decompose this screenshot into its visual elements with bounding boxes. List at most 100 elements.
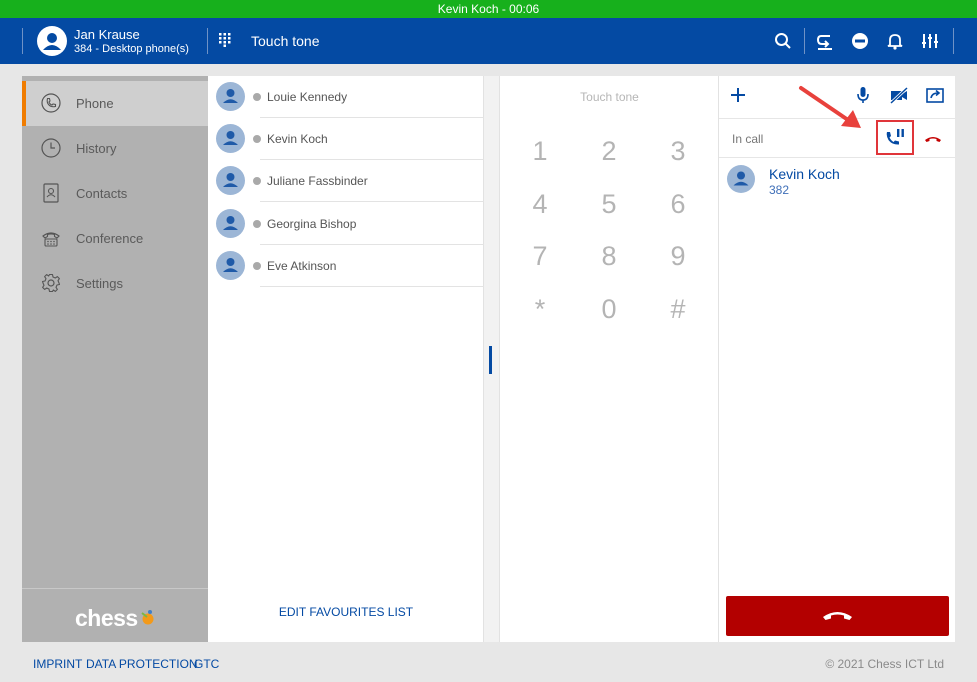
presence-indicator <box>253 177 261 185</box>
dial-key-0[interactable]: 0 <box>589 289 629 329</box>
list-item[interactable]: Eve Atkinson <box>208 245 484 287</box>
sidebar-item-phone[interactable]: Phone <box>22 81 208 126</box>
caller-name: Kevin Koch <box>769 166 840 182</box>
top-header: Jan Krause 384 - Desktop phone(s) Touch … <box>0 18 977 64</box>
user-avatar[interactable] <box>37 26 67 56</box>
dial-key-6[interactable]: 6 <box>658 184 698 224</box>
user-icon <box>223 131 238 145</box>
presence-indicator <box>253 93 261 101</box>
dial-key-5[interactable]: 5 <box>589 184 629 224</box>
contact-name: Juliane Fassbinder <box>267 174 368 188</box>
favourites-list: Louie Kennedy Kevin Koch Juliane Fassbin… <box>208 76 484 642</box>
contact-card-icon <box>43 183 59 203</box>
do-not-disturb-icon[interactable] <box>850 31 870 51</box>
dial-key-8[interactable]: 8 <box>589 236 629 276</box>
contact-name: Eve Atkinson <box>267 259 337 273</box>
sidebar-item-contacts[interactable]: Contacts <box>22 171 208 216</box>
sidebar-item-label: Conference <box>76 231 144 246</box>
user-icon <box>223 216 238 230</box>
header-separator <box>22 28 23 54</box>
data-protection-link[interactable]: DATA PROTECTION <box>86 657 198 671</box>
header-separator <box>207 28 208 54</box>
sidebar-item-label: Contacts <box>76 186 128 201</box>
phone-icon <box>41 93 61 113</box>
sidebar: Phone History Contacts Conference Settin… <box>22 76 208 642</box>
list-item[interactable]: Juliane Fassbinder <box>208 160 484 202</box>
dial-key-star[interactable]: * <box>520 289 560 329</box>
contact-name: Georgina Bishop <box>267 217 357 231</box>
logo-area: chess <box>22 588 208 642</box>
hold-button-highlight[interactable] <box>876 120 914 155</box>
end-call-icon[interactable] <box>923 129 943 149</box>
avatar <box>216 124 245 153</box>
presence-indicator <box>253 135 261 143</box>
user-icon <box>223 89 238 103</box>
header-separator <box>953 28 954 54</box>
end-call-icon <box>823 612 852 620</box>
bell-icon[interactable] <box>885 31 905 51</box>
search-icon[interactable] <box>773 31 793 51</box>
page-title: Touch tone <box>251 33 320 49</box>
sliders-icon[interactable] <box>920 31 940 51</box>
avatar <box>727 165 755 193</box>
active-call-banner[interactable]: Kevin Koch - 00:06 <box>0 0 977 18</box>
call-status: In call <box>732 132 764 146</box>
gear-icon <box>41 273 61 293</box>
dial-key-4[interactable]: 4 <box>520 184 560 224</box>
gtc-link[interactable]: GTC <box>194 657 219 671</box>
avatar <box>216 251 245 280</box>
contact-name: Kevin Koch <box>267 132 328 146</box>
presence-indicator <box>253 220 261 228</box>
divider <box>260 201 484 202</box>
copyright-text: © 2021 Chess ICT Ltd <box>825 657 944 671</box>
sidebar-item-label: History <box>76 141 117 156</box>
hold-call-icon <box>886 129 904 145</box>
pane-divider <box>484 76 500 642</box>
avatar <box>216 82 245 111</box>
dial-key-9[interactable]: 9 <box>658 236 698 276</box>
transfer-icon[interactable] <box>925 85 945 105</box>
user-icon <box>733 171 749 186</box>
user-name[interactable]: Jan Krause <box>74 27 140 42</box>
clock-icon <box>41 138 61 158</box>
dialpad-title: Touch tone <box>580 90 639 104</box>
contact-name: Louie Kennedy <box>267 90 348 104</box>
app-main: Phone History Contacts Conference Settin… <box>22 76 955 642</box>
edit-favourites-link[interactable]: EDIT FAVOURITES LIST <box>208 605 484 619</box>
user-icon <box>223 173 238 187</box>
hang-up-button[interactable] <box>726 596 949 636</box>
list-item[interactable]: Louie Kennedy <box>208 76 484 118</box>
dial-key-1[interactable]: 1 <box>520 131 560 171</box>
dialpad: Touch tone 1 2 3 4 5 6 7 8 9 * 0 # <box>500 76 719 642</box>
conference-phone-icon <box>42 232 60 247</box>
user-device[interactable]: 384 - Desktop phone(s) <box>74 43 189 55</box>
sidebar-item-history[interactable]: History <box>22 126 208 171</box>
user-icon <box>43 33 61 50</box>
chess-logo: chess <box>75 605 138 631</box>
video-off-icon[interactable] <box>889 85 909 105</box>
user-icon <box>223 258 238 272</box>
chess-logo-mark-icon <box>141 610 154 625</box>
keypad-icon <box>219 33 231 47</box>
presence-indicator <box>253 262 261 270</box>
divider <box>260 286 484 287</box>
imprint-link[interactable]: IMPRINT <box>33 657 82 671</box>
dial-key-2[interactable]: 2 <box>589 131 629 171</box>
annotation-arrow-icon <box>799 86 861 128</box>
dial-key-hash[interactable]: # <box>658 289 698 329</box>
avatar <box>216 166 245 195</box>
call-panel: In call Kevin Koch 382 <box>719 76 955 642</box>
caller-number: 382 <box>769 183 790 197</box>
list-item[interactable]: Kevin Koch <box>208 118 484 160</box>
resize-handle[interactable] <box>489 346 492 374</box>
call-forward-icon[interactable] <box>815 31 835 51</box>
sidebar-item-settings[interactable]: Settings <box>22 261 208 306</box>
sidebar-item-conference[interactable]: Conference <box>22 216 208 261</box>
add-call-icon[interactable] <box>728 85 748 105</box>
dial-key-3[interactable]: 3 <box>658 131 698 171</box>
sidebar-item-label: Settings <box>76 276 123 291</box>
list-item[interactable]: Georgina Bishop <box>208 203 484 245</box>
sidebar-item-label: Phone <box>76 96 114 111</box>
dial-key-7[interactable]: 7 <box>520 236 560 276</box>
avatar <box>216 209 245 238</box>
